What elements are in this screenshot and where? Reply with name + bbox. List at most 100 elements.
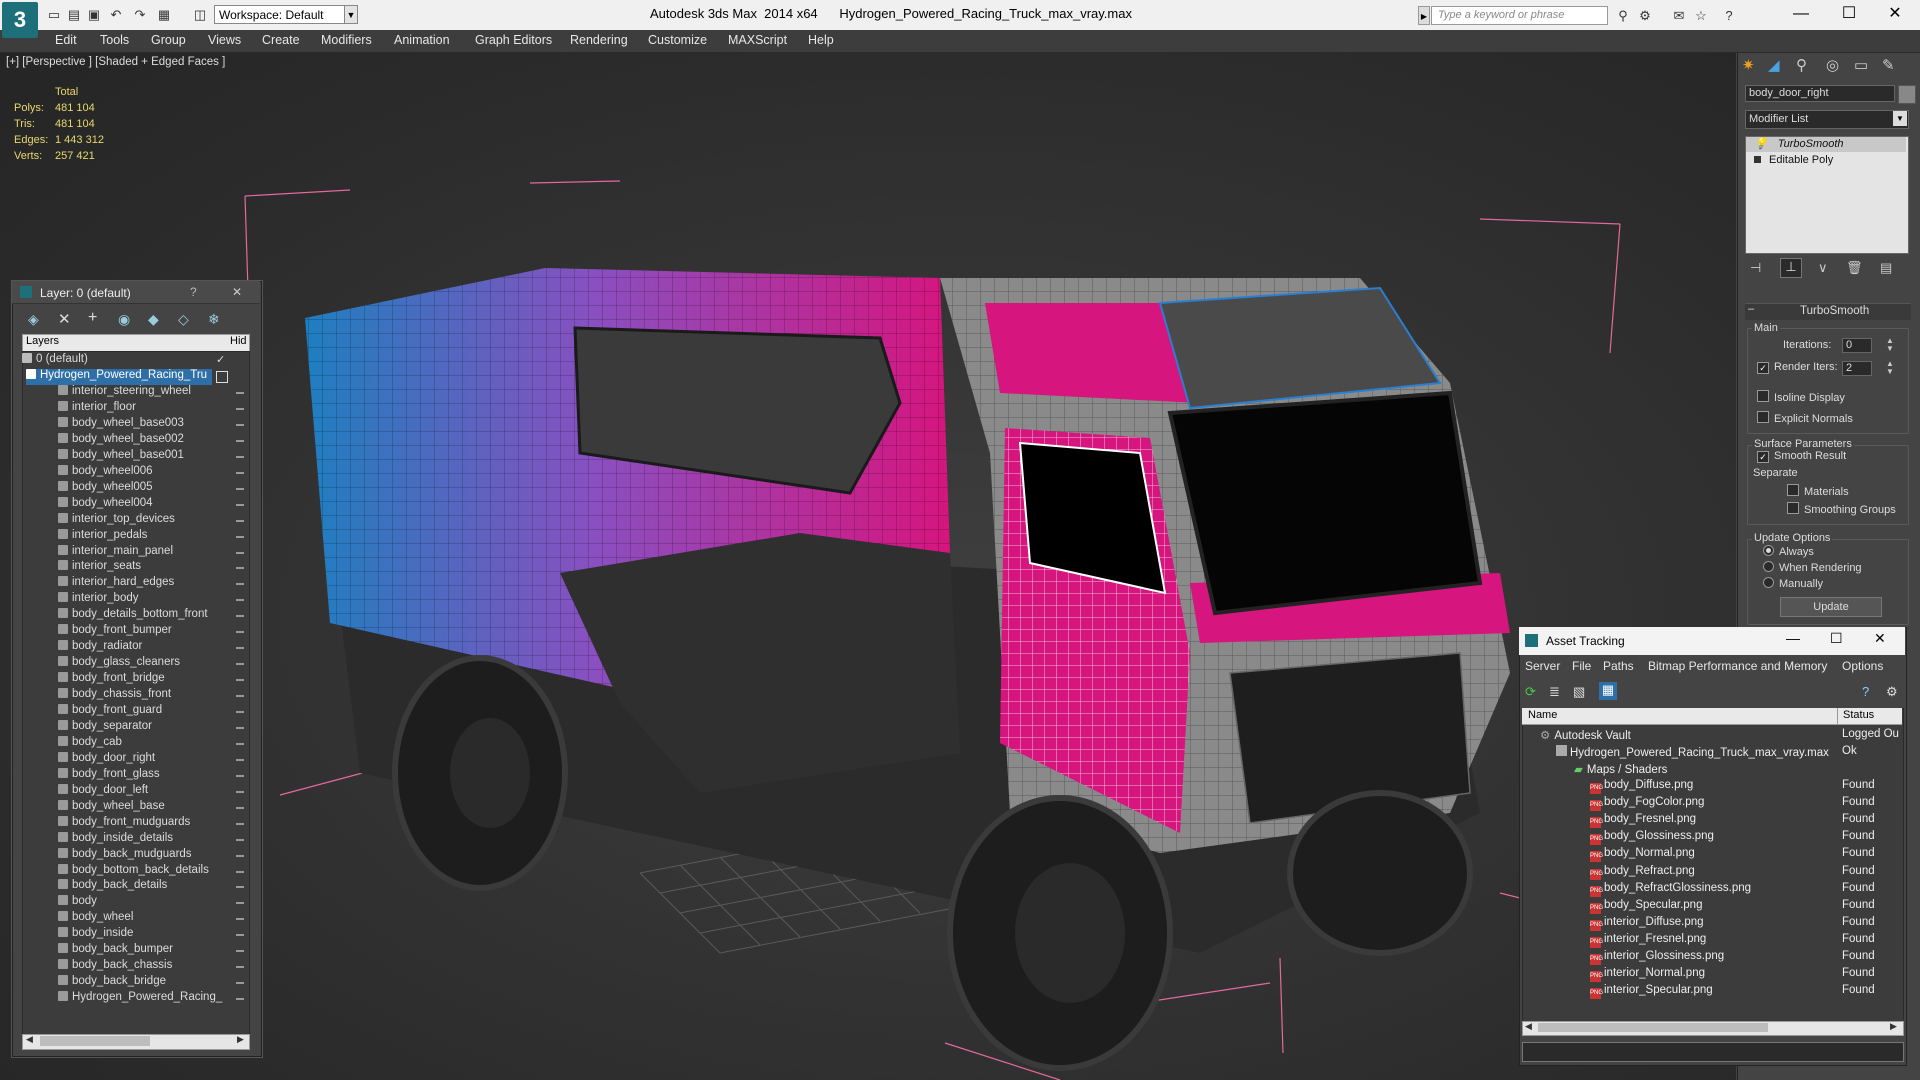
- favorites-star-icon[interactable]: ☆: [1692, 8, 1710, 24]
- asset-row-map[interactable]: PNGbody_Diffuse.png: [1590, 779, 1693, 796]
- expand-icon[interactable]: [1754, 156, 1761, 163]
- binoculars-icon[interactable]: ⚲: [1614, 8, 1632, 24]
- hide-toggle[interactable]: [236, 535, 244, 538]
- layer-object-row[interactable]: interior_steering_wheel: [58, 385, 191, 401]
- asset-row-map[interactable]: PNGbody_Glossiness.png: [1590, 830, 1714, 847]
- layer-object-row[interactable]: body_back_chassis: [58, 959, 172, 975]
- explicit-normals-checkbox[interactable]: [1757, 411, 1769, 423]
- hide-toggle[interactable]: [236, 407, 244, 410]
- new-file-icon[interactable]: ▭: [46, 7, 62, 23]
- layer-object-row[interactable]: interior_floor: [58, 400, 136, 417]
- subscription-icon[interactable]: ⚙: [1636, 8, 1654, 24]
- layer-object-row[interactable]: body_front_bumper: [58, 624, 172, 640]
- modifier-list-dropdown[interactable]: Modifier List: [1745, 110, 1909, 129]
- hide-toggle[interactable]: [236, 726, 244, 729]
- rollout-collapse-icon[interactable]: –: [1748, 303, 1754, 315]
- redo-icon[interactable]: ↷: [132, 7, 148, 23]
- undo-icon[interactable]: ↶: [108, 7, 124, 23]
- asset-hscroll-thumb[interactable]: [1538, 1023, 1768, 1032]
- hide-toggle[interactable]: [236, 758, 244, 761]
- motion-tab-icon[interactable]: ◎: [1826, 56, 1839, 74]
- hide-toggle[interactable]: [236, 822, 244, 825]
- status-column-header[interactable]: Status: [1843, 709, 1874, 721]
- menu-views[interactable]: Views: [208, 33, 241, 47]
- asset-row-map[interactable]: PNGinterior_Diffuse.png: [1590, 916, 1704, 933]
- layer-object-row[interactable]: body_wheel005: [58, 480, 153, 497]
- remove-modifier-icon[interactable]: 🗑: [1846, 260, 1863, 276]
- always-row[interactable]: Always: [1763, 545, 1814, 558]
- asset-minimize-icon[interactable]: —: [1786, 630, 1800, 646]
- modifier-list-arrow-icon[interactable]: ▼: [1893, 111, 1907, 126]
- hide-toggle[interactable]: [236, 423, 244, 426]
- hide-toggle[interactable]: [236, 950, 244, 953]
- create-tab-icon[interactable]: ✷: [1742, 56, 1755, 74]
- layer-object-row[interactable]: interior_top_devices: [58, 512, 175, 529]
- layer-object-row[interactable]: body_inside: [58, 927, 133, 943]
- modify-tab-icon[interactable]: ◢: [1768, 56, 1780, 74]
- asset-maximize-icon[interactable]: ☐: [1830, 630, 1843, 647]
- spinner-arrows-icon[interactable]: ▲ ▼: [1886, 360, 1894, 376]
- asset-menu-options[interactable]: Options: [1842, 659, 1883, 673]
- hide-toggle[interactable]: [236, 392, 244, 394]
- layer-object-row[interactable]: body_door_right: [58, 751, 155, 768]
- scroll-left-icon[interactable]: ◀: [26, 1034, 33, 1045]
- hide-toggle[interactable]: [236, 599, 244, 602]
- menu-create[interactable]: Create: [262, 33, 300, 47]
- add-to-layer-icon[interactable]: +: [88, 309, 97, 327]
- table-view-icon[interactable]: ▦: [1599, 682, 1617, 700]
- layer-object-row[interactable]: Hydrogen_Powered_Racing_: [58, 991, 222, 1007]
- asset-close-icon[interactable]: ✕: [1874, 630, 1886, 647]
- layer-panel-help-icon[interactable]: ?: [190, 285, 197, 299]
- hide-toggle[interactable]: [236, 742, 244, 745]
- layer-object-row[interactable]: body_cab: [58, 735, 122, 752]
- hide-toggle[interactable]: [236, 583, 244, 586]
- hide-toggle[interactable]: [236, 982, 244, 985]
- layer-object-row[interactable]: body_back_bridge: [58, 975, 166, 991]
- lightbulb-icon[interactable]: 💡: [1754, 138, 1768, 150]
- hide-toggle[interactable]: [236, 695, 244, 698]
- menu-animation[interactable]: Animation: [394, 33, 450, 47]
- asset-row-map[interactable]: PNGinterior_Glossiness.png: [1590, 950, 1724, 967]
- stack-item-turbosmooth[interactable]: 💡 TurboSmooth: [1746, 137, 1906, 152]
- close-window-icon[interactable]: ✕: [1872, 0, 1918, 30]
- hide-toggle[interactable]: [236, 870, 244, 873]
- asset-row-map[interactable]: PNGbody_Normal.png: [1590, 847, 1695, 864]
- app-logo-icon[interactable]: 3: [2, 2, 38, 38]
- hide-toggle[interactable]: [236, 806, 244, 809]
- display-tab-icon[interactable]: ▭: [1854, 56, 1868, 74]
- layer-object-row[interactable]: interior_seats: [58, 560, 141, 576]
- asset-row-map[interactable]: PNGinterior_Normal.png: [1590, 967, 1705, 984]
- layer-object-row[interactable]: body_wheel_base001: [58, 448, 184, 465]
- menu-modifiers[interactable]: Modifiers: [321, 33, 372, 47]
- layers-column-header[interactable]: Layers: [26, 335, 59, 347]
- hide-column-header[interactable]: Hid: [230, 335, 247, 347]
- hide-toggle[interactable]: [236, 519, 244, 522]
- hide-toggle[interactable]: [236, 487, 244, 490]
- show-end-result-icon[interactable]: ⊥: [1780, 258, 1802, 278]
- menu-graph-editors[interactable]: Graph Editors: [475, 33, 552, 47]
- help-icon[interactable]: ?: [1720, 8, 1738, 24]
- stack-item-editable-poly[interactable]: Editable Poly: [1746, 153, 1906, 168]
- list-view-icon[interactable]: ≣: [1549, 684, 1560, 700]
- layer-panel-close-icon[interactable]: ✕: [232, 285, 242, 299]
- smoothing-groups-checkbox[interactable]: [1787, 502, 1799, 514]
- isoline-row[interactable]: Isoline Display: [1757, 390, 1845, 404]
- hide-toggle[interactable]: [236, 966, 244, 969]
- workspace-icon[interactable]: ◫: [192, 7, 208, 23]
- layer-row-default[interactable]: 0 (default): [22, 353, 88, 369]
- layer-object-row[interactable]: body_chassis_front: [58, 688, 171, 704]
- scroll-right-icon[interactable]: ▶: [237, 1034, 244, 1045]
- hide-toggle[interactable]: [236, 631, 244, 634]
- layer-object-row[interactable]: body_front_guard: [58, 704, 162, 720]
- hide-toggle[interactable]: [236, 934, 244, 937]
- layer-object-row[interactable]: body_wheel_base002: [58, 432, 184, 449]
- asset-row-map[interactable]: PNGinterior_Specular.png: [1590, 984, 1713, 1001]
- when-rendering-row[interactable]: When Rendering: [1763, 561, 1862, 574]
- hide-toggle[interactable]: [236, 886, 244, 889]
- render-iters-spinner[interactable]: 2: [1842, 361, 1872, 376]
- hide-toggle[interactable]: [236, 567, 244, 570]
- layer-object-row[interactable]: body_back_mudguards: [58, 847, 192, 864]
- name-column-header[interactable]: Name: [1528, 709, 1557, 721]
- configure-sets-icon[interactable]: ▤: [1880, 260, 1892, 276]
- hide-toggle[interactable]: [236, 679, 244, 682]
